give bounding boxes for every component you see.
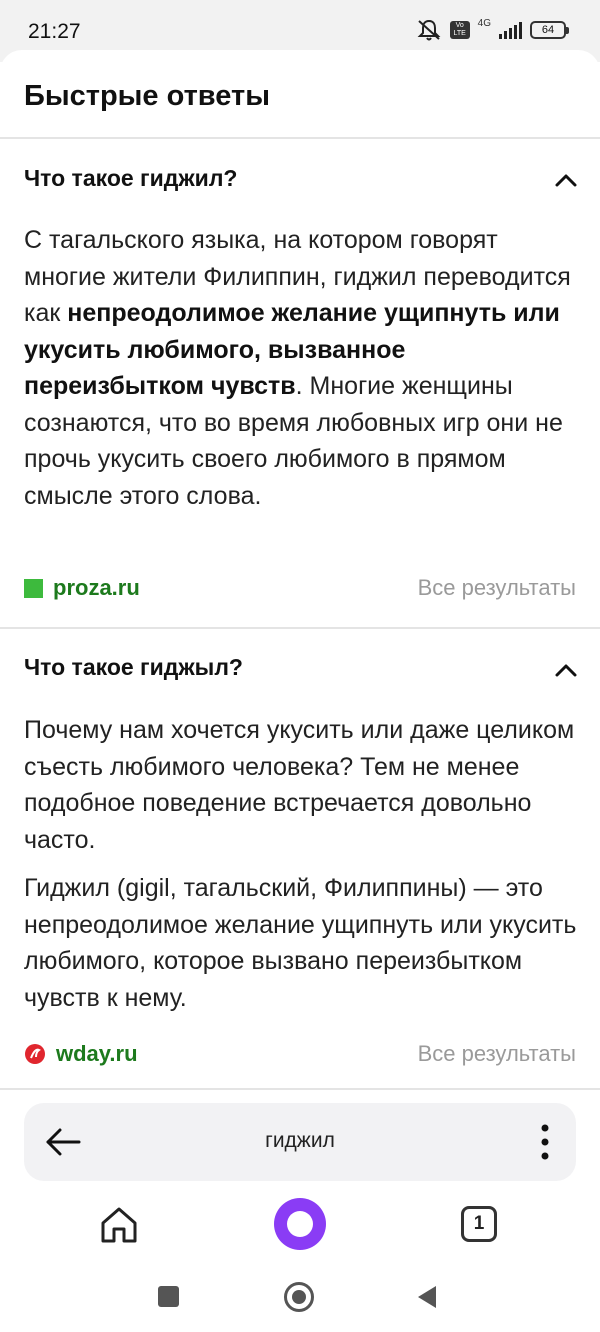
status-time: 21:27: [28, 20, 81, 43]
search-query[interactable]: гиджил: [24, 1129, 576, 1153]
bottom-navigation: 1: [0, 1190, 600, 1262]
more-options-icon[interactable]: [540, 1123, 550, 1161]
question-1-title[interactable]: Что такое гиджил?: [24, 165, 237, 192]
system-navigation-bar: [0, 1262, 600, 1332]
alice-assistant-icon[interactable]: [274, 1198, 326, 1250]
muted-bell-icon: [417, 19, 441, 41]
divider: [0, 137, 600, 139]
proza-logo-icon: [24, 578, 43, 598]
quick-answers-panel: Быстрые ответы Что такое гиджил? С тагал…: [0, 50, 600, 1110]
volte-icon: Vo LTE: [449, 21, 470, 39]
back-triangle-icon[interactable]: [416, 1284, 438, 1310]
network-type: 4G: [477, 17, 491, 29]
answer-1-text: С тагальского языка, на котором говорят …: [24, 226, 571, 510]
divider: [0, 1088, 600, 1090]
answer-2-paragraph-1: Почему нам хочется укусить или даже цели…: [24, 716, 575, 854]
battery-icon: 64: [530, 21, 569, 39]
chevron-up-icon[interactable]: [552, 166, 580, 194]
divider: [0, 627, 600, 629]
source-label: wday.ru: [56, 1041, 138, 1066]
question-2-title[interactable]: Что такое гиджыл?: [24, 654, 243, 681]
home-icon[interactable]: [98, 1204, 140, 1246]
tabs-counter-button[interactable]: 1: [461, 1206, 497, 1242]
wday-logo-icon: [25, 1044, 45, 1064]
answer-2-paragraph-2: Гиджил (gigil, тагальский, Филиппины) — …: [24, 874, 577, 1012]
home-button-icon[interactable]: [284, 1282, 314, 1312]
chevron-up-icon[interactable]: [552, 656, 580, 684]
all-results-link-1[interactable]: Все результаты: [418, 575, 576, 601]
panel-title: Быстрые ответы: [24, 80, 270, 112]
signal-icon: [499, 21, 522, 39]
recents-icon[interactable]: [158, 1286, 179, 1307]
source-link-2[interactable]: wday.ru: [24, 1041, 138, 1067]
source-link-1[interactable]: proza.ru: [24, 575, 140, 601]
search-bar[interactable]: гиджил: [24, 1103, 576, 1181]
source-label: proza.ru: [53, 575, 140, 600]
status-icons: Vo LTE 4G 64: [416, 17, 569, 42]
all-results-link-2[interactable]: Все результаты: [418, 1041, 576, 1067]
